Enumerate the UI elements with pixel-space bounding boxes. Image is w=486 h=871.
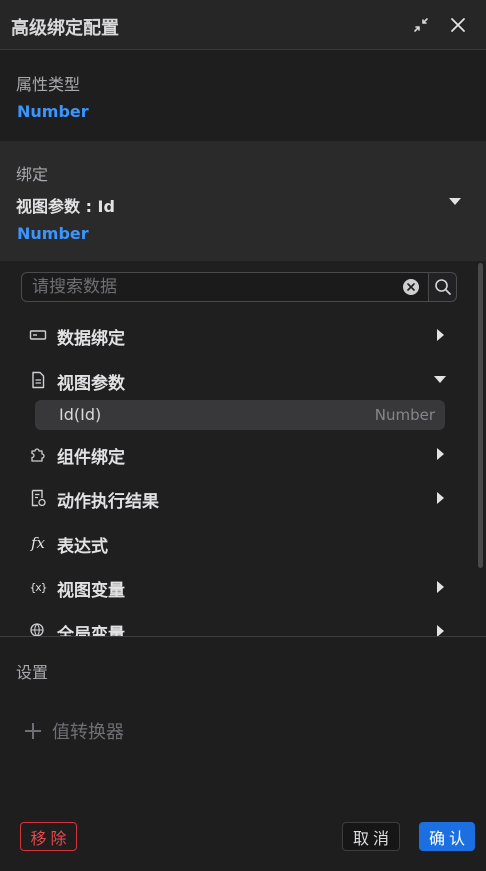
tree-item-expression[interactable]: fx 表达式 [0,525,470,561]
add-converter-button[interactable]: 值转换器 [24,718,124,744]
subitem-type: Number [374,406,435,424]
panel-title: 高级绑定配置 [11,18,119,39]
settings-label: 设置 [16,663,49,682]
tree-item-action-result[interactable]: 动作执行结果 [0,480,470,516]
search-box [21,272,457,302]
tree-item-data-binding[interactable]: 数据绑定 [0,317,470,353]
subitem-name: Id(Id) [59,405,102,424]
tree-item-label: 动作执行结果 [57,492,159,512]
caret-down-icon[interactable] [448,197,462,207]
panel-header: 高级绑定配置 [0,0,486,50]
tree-item-view-variables[interactable]: {x} 视图变量 [0,569,470,605]
tree-item-component-binding[interactable]: 组件绑定 [0,436,470,472]
close-button[interactable] [446,13,470,37]
property-type-value: Number [17,102,89,121]
caret-right-icon [437,625,444,636]
action-result-icon [29,489,47,507]
tree-item-label: 表达式 [57,537,108,557]
tree-item-global-variables[interactable]: 全局变量 [0,613,470,637]
document-icon [29,371,47,389]
confirm-button[interactable]: 确认 [419,822,475,851]
search-icon [434,279,451,295]
property-type-section: 属性类型 Number [0,51,486,141]
tree-item-label: 全局变量 [57,625,125,637]
clear-search-button[interactable] [403,279,419,295]
cancel-button[interactable]: 取消 [342,822,400,851]
binding-label: 绑定 [16,165,49,184]
close-icon [451,18,465,32]
tree-item-view-params[interactable]: 视图参数 [0,362,470,398]
tree-subitem-id[interactable]: Id(Id) Number [35,400,445,430]
tree-item-label: 视图变量 [57,581,125,601]
property-type-label: 属性类型 [16,75,81,94]
puzzle-icon [29,445,47,463]
clear-icon [407,283,415,291]
collapse-icon [414,18,428,32]
caret-down-icon [434,376,446,383]
remove-button[interactable]: 移除 [20,822,77,851]
caret-right-icon [437,492,444,504]
settings-section: 设置 值转换器 [0,638,486,818]
tree-item-label: 数据绑定 [57,329,125,349]
tree-scrollbar[interactable] [478,263,483,568]
search-button[interactable] [428,272,457,302]
fx-icon: fx [30,534,45,552]
add-converter-label: 值转换器 [52,722,124,743]
tree-item-label: 组件绑定 [57,448,125,468]
caret-right-icon [437,329,444,341]
variable-icon: {x} [29,580,48,594]
caret-right-icon [437,581,444,593]
caret-right-icon [437,448,444,460]
search-input[interactable] [21,272,429,302]
collapse-button[interactable] [409,13,433,37]
data-picker: 数据绑定 视图参数 Id(Id) Number [0,261,486,637]
data-binding-icon [29,326,47,344]
plus-icon [24,722,42,740]
binding-type-value: Number [17,224,89,243]
binding-selected-value[interactable]: 视图参数 : Id [16,193,115,217]
binding-section[interactable]: 绑定 视图参数 : Id Number [0,141,486,261]
globe-icon [29,622,47,636]
advanced-binding-panel: 高级绑定配置 属性类型 Number 绑定 视图参数 : Id Number 请… [0,0,486,871]
tree-item-label: 视图参数 [57,374,125,394]
